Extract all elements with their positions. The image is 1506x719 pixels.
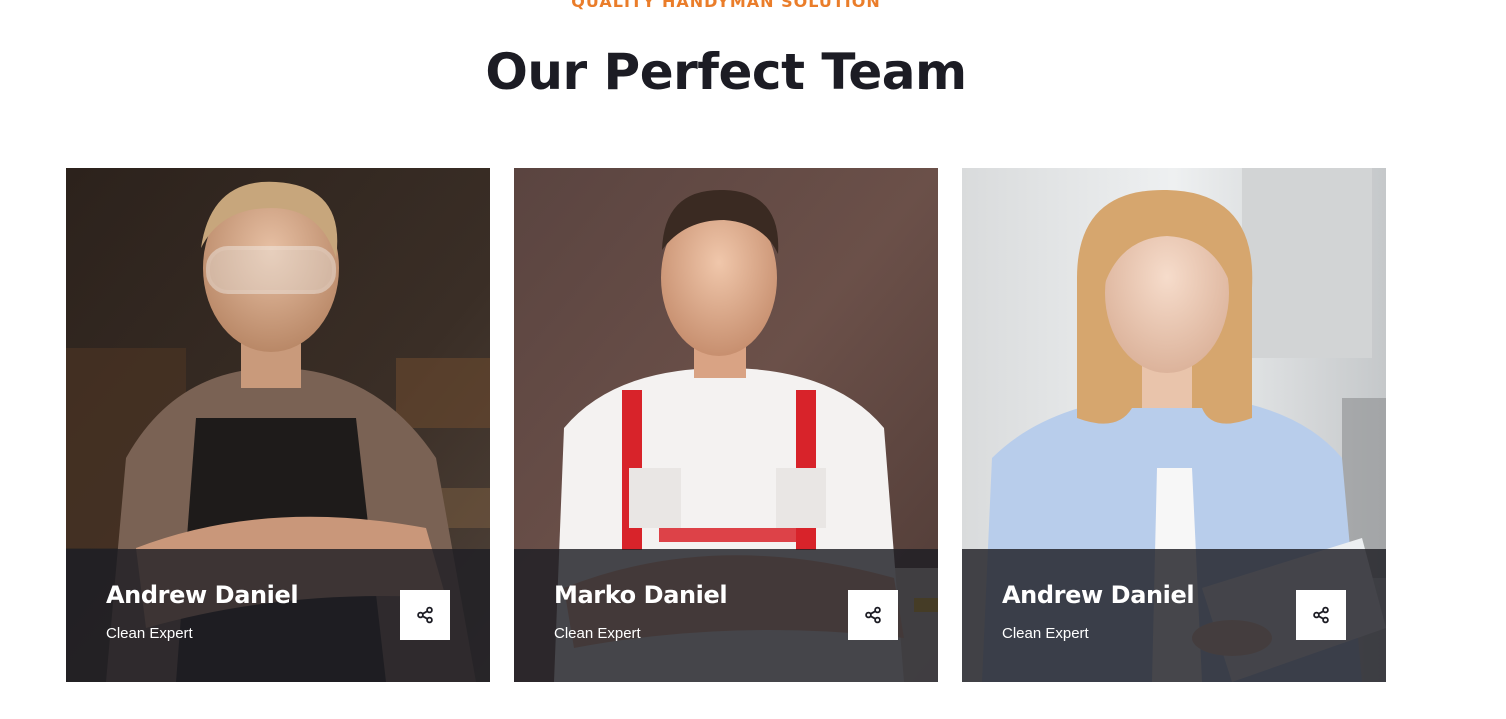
share-button[interactable] (400, 590, 450, 640)
team-member-name[interactable]: Marko Daniel (554, 581, 728, 609)
section-title: Our Perfect Team (485, 43, 967, 101)
team-member-name[interactable]: Andrew Daniel (1002, 581, 1195, 609)
card-info-overlay: Andrew Daniel Clean Expert (962, 549, 1386, 682)
share-icon (417, 606, 433, 624)
team-member-role: Clean Expert (106, 625, 193, 642)
share-icon (1313, 606, 1329, 624)
share-button[interactable] (1296, 590, 1346, 640)
share-button[interactable] (848, 590, 898, 640)
team-grid: Andrew Daniel Clean Expert Marko Daniel … (66, 168, 1386, 682)
card-info-overlay: Andrew Daniel Clean Expert (66, 549, 490, 682)
team-card[interactable]: Andrew Daniel Clean Expert (962, 168, 1386, 682)
team-member-role: Clean Expert (554, 625, 641, 642)
team-card[interactable]: Marko Daniel Clean Expert (514, 168, 938, 682)
share-icon (865, 606, 881, 624)
team-member-name[interactable]: Andrew Daniel (106, 581, 299, 609)
team-card[interactable]: Andrew Daniel Clean Expert (66, 168, 490, 682)
section-eyebrow: QUALITY HANDYMAN SOLUTION (571, 0, 881, 11)
team-member-role: Clean Expert (1002, 625, 1089, 642)
card-info-overlay: Marko Daniel Clean Expert (514, 549, 938, 682)
